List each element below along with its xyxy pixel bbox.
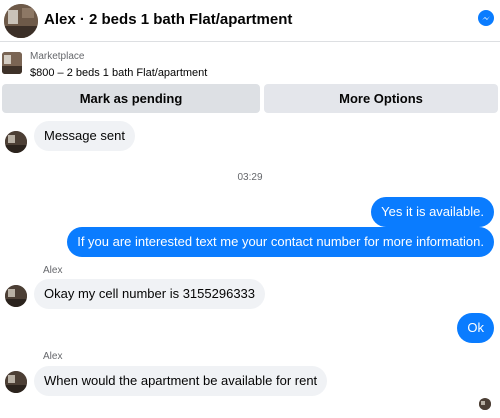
seen-indicator-avatar: [479, 398, 491, 410]
avatar: [5, 371, 27, 393]
conversation-title[interactable]: Alex · 2 beds 1 bath Flat/apartment: [44, 11, 292, 28]
message-timestamp: 03:29: [237, 172, 263, 183]
listing-thumbnail: [2, 52, 22, 74]
marketplace-listing[interactable]: Marketplace $800 – 2 beds 1 bath Flat/ap…: [0, 46, 500, 84]
sender-name: Alex: [43, 265, 63, 276]
message-bubble-outgoing[interactable]: Yes it is available.: [371, 197, 494, 227]
listing-source: Marketplace: [30, 51, 85, 62]
message-bubble-incoming[interactable]: Okay my cell number is 3155296333: [34, 279, 266, 309]
avatar: [5, 285, 27, 307]
message-bubble-incoming[interactable]: Message sent: [34, 121, 135, 151]
message-bubble-outgoing[interactable]: If you are interested text me your conta…: [67, 227, 494, 257]
more-options-button[interactable]: More Options: [264, 84, 498, 113]
avatar: [5, 131, 27, 153]
message-bubble-outgoing[interactable]: Ok: [457, 313, 494, 343]
mark-as-pending-button[interactable]: Mark as pending: [2, 84, 260, 113]
listing-price-title: $800 – 2 beds 1 bath Flat/apartment: [30, 67, 208, 79]
message-bubble-incoming[interactable]: When would the apartment be available fo…: [34, 366, 328, 396]
sender-name: Alex: [43, 351, 63, 362]
avatar[interactable]: [4, 4, 38, 38]
messenger-logo-icon: [478, 10, 494, 26]
conversation-header: Alex · 2 beds 1 bath Flat/apartment: [0, 0, 500, 42]
